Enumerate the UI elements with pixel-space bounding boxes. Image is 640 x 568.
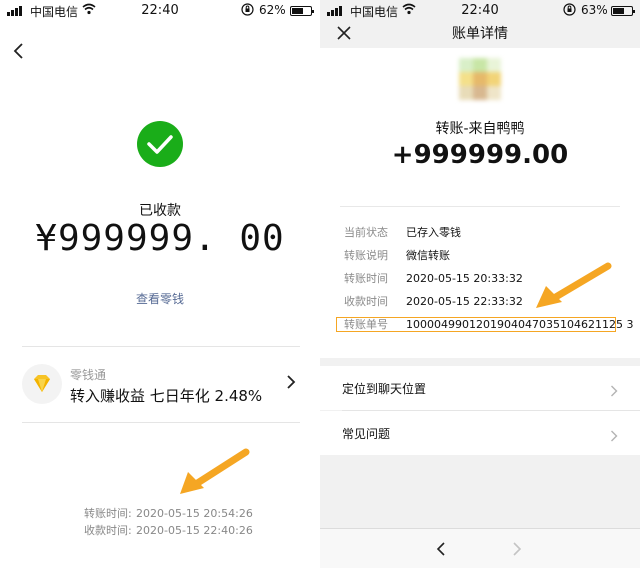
detail-row-transfer-time: 转账时间 2020-05-15 20:33:32 <box>344 272 523 285</box>
faq-row[interactable]: 常见问题 <box>320 411 640 455</box>
annotation-arrow-icon <box>536 262 612 308</box>
receive-time-row: 收款时间: 2020-05-15 22:40:26 <box>84 524 253 537</box>
transfer-times: 转账时间: 2020-05-15 20:54:26 收款时间: 2020-05-15… <box>84 505 253 539</box>
chevron-right-icon <box>610 427 618 442</box>
detail-row-transaction-id: 转账单号 1000049901201904047035104621125 3 <box>344 318 634 331</box>
battery-icon <box>611 6 635 16</box>
detail-row-receive-time: 收款时间 2020-05-15 22:33:32 <box>344 295 523 308</box>
battery-icon <box>290 6 314 16</box>
divider <box>22 346 300 347</box>
transfer-time-row: 转账时间: 2020-05-15 20:54:26 <box>84 507 253 520</box>
locate-chat-row[interactable]: 定位到聊天位置 <box>320 366 640 410</box>
lqt-title: 零钱通 <box>70 368 107 382</box>
diamond-icon <box>22 364 62 404</box>
orientation-lock-icon <box>563 3 576 19</box>
received-status-label: 已收款 <box>139 203 181 219</box>
menu-label: 常见问题 <box>342 427 391 441</box>
transfer-source: 转账-来自鸭鸭 <box>435 121 525 137</box>
annotation-arrow-icon <box>180 448 250 494</box>
menu-label: 定位到聊天位置 <box>342 382 427 396</box>
chevron-right-icon[interactable] <box>512 541 522 557</box>
divider <box>340 206 620 207</box>
chevron-right-icon <box>610 382 618 397</box>
status-bar: 中国电信 22:40 63% <box>320 0 640 22</box>
avatar <box>459 58 501 100</box>
orientation-lock-icon <box>241 3 254 19</box>
chevron-left-icon[interactable] <box>10 40 30 62</box>
bill-detail-panel: 中国电信 22:40 63% 账单详情 转账-来自鸭鸭 +999999.00 当… <box>320 0 640 568</box>
status-bar: 中国电信 22:40 62% <box>0 0 320 22</box>
battery-percent: 63% <box>581 3 608 17</box>
check-circle-icon <box>137 121 183 167</box>
receipt-panel: 中国电信 22:40 62% 已收款 ¥999999. 00 查看零钱 零钱通 … <box>0 0 320 568</box>
chevron-left-icon[interactable] <box>436 541 446 557</box>
received-amount: ¥999999. 00 <box>35 218 285 259</box>
battery-percent: 62% <box>259 3 286 17</box>
nav-bar: 账单详情 <box>320 20 640 48</box>
lqt-subtitle: 转入赚收益 七日年化 2.48% <box>70 387 263 405</box>
chevron-right-icon <box>286 374 296 390</box>
lqt-promo-row[interactable]: 零钱通 转入赚收益 七日年化 2.48% <box>22 352 300 414</box>
detail-row-status: 当前状态 已存入零钱 <box>344 226 461 239</box>
browser-toolbar <box>320 528 640 568</box>
bill-amount: +999999.00 <box>391 140 569 170</box>
view-change-link[interactable]: 查看零钱 <box>0 290 320 307</box>
divider <box>22 422 300 423</box>
detail-row-note: 转账说明 微信转账 <box>344 249 450 262</box>
page-title: 账单详情 <box>452 26 508 42</box>
